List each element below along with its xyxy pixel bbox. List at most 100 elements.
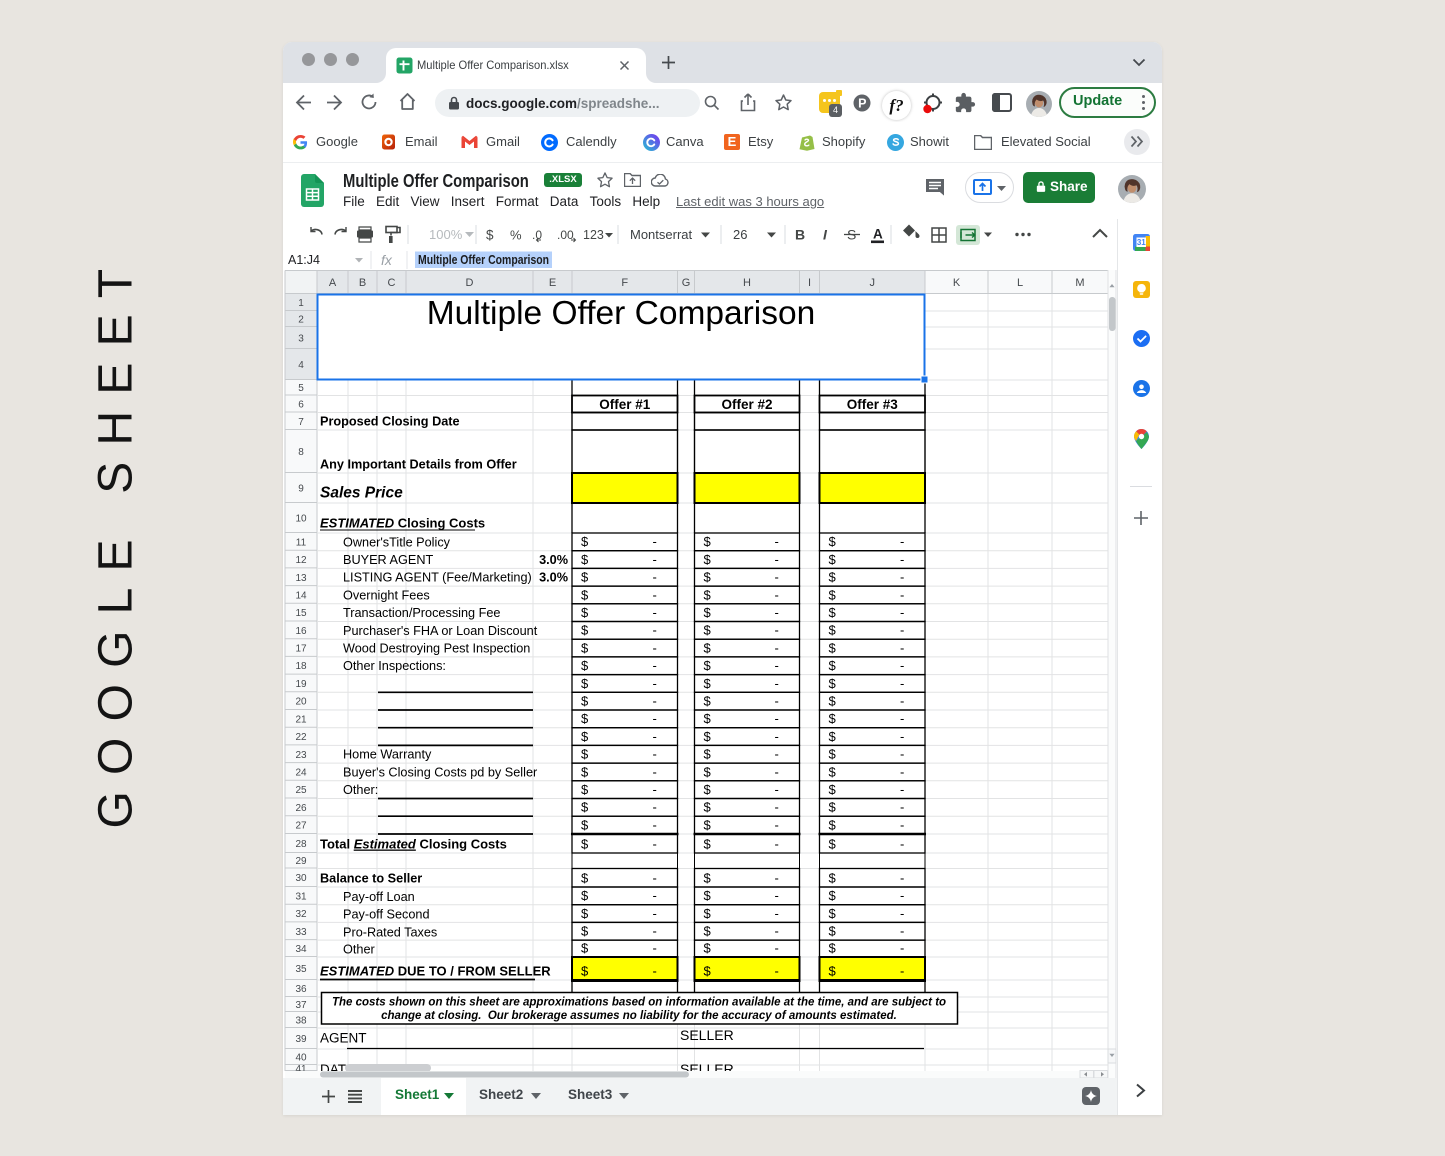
svg-text:-: -: [900, 623, 904, 638]
svg-text:$: $: [829, 676, 837, 691]
svg-text:-: -: [775, 924, 779, 939]
svg-text:-: -: [775, 729, 779, 744]
svg-text:35: 35: [295, 964, 307, 975]
svg-text:-: -: [775, 818, 779, 833]
svg-text:-: -: [775, 605, 779, 620]
svg-text:9: 9: [298, 484, 304, 495]
svg-text:$: $: [704, 552, 712, 567]
svg-text:J: J: [870, 277, 876, 289]
svg-text:$: $: [581, 694, 589, 709]
svg-text:$: $: [581, 570, 589, 585]
svg-text:17: 17: [295, 644, 307, 655]
svg-text:38: 38: [295, 1016, 307, 1027]
svg-text:$: $: [581, 818, 589, 833]
svg-text:$: $: [829, 818, 837, 833]
svg-text:M: M: [1075, 277, 1084, 289]
svg-text:$: $: [829, 924, 837, 939]
svg-text:-: -: [900, 640, 904, 655]
svg-text:$: $: [704, 623, 712, 638]
svg-text:25: 25: [295, 785, 307, 796]
svg-text:$: $: [704, 587, 712, 602]
svg-text:-: -: [900, 818, 904, 833]
svg-text:$: $: [829, 711, 837, 726]
svg-text:G: G: [682, 277, 691, 289]
svg-text:ESTIMATED DUE TO / FROM SELLER: ESTIMATED DUE TO / FROM SELLER: [320, 964, 551, 979]
svg-text:Other: Other: [343, 943, 376, 957]
svg-text:H: H: [743, 277, 751, 289]
svg-text:-: -: [653, 640, 657, 655]
svg-text:-: -: [775, 587, 779, 602]
svg-text:$: $: [581, 534, 589, 549]
svg-text:A: A: [873, 227, 883, 242]
svg-text:$: $: [829, 605, 837, 620]
svg-text:12: 12: [295, 555, 307, 566]
svg-text:-: -: [653, 764, 657, 779]
svg-text:-: -: [900, 711, 904, 726]
svg-text:Sales Price: Sales Price: [320, 485, 403, 502]
svg-text:24: 24: [295, 768, 307, 779]
svg-text:10: 10: [295, 514, 307, 525]
svg-text:Multiple Offer Comparison: Multiple Offer Comparison: [418, 253, 549, 267]
svg-text:$: $: [581, 640, 589, 655]
svg-text:$: $: [704, 871, 712, 886]
svg-text:-: -: [653, 534, 657, 549]
svg-text:$: $: [829, 800, 837, 815]
svg-text:$: $: [581, 800, 589, 815]
svg-text:123: 123: [583, 228, 604, 242]
svg-text:-: -: [775, 871, 779, 886]
svg-text:SELLER: SELLER: [680, 1027, 734, 1043]
svg-text:-: -: [653, 818, 657, 833]
svg-text:I: I: [808, 277, 811, 289]
svg-text:B: B: [359, 277, 366, 289]
svg-text:-: -: [775, 747, 779, 762]
svg-text:-: -: [900, 871, 904, 886]
svg-text:34: 34: [295, 944, 307, 955]
svg-text:-: -: [900, 747, 904, 762]
svg-text:A: A: [329, 277, 337, 289]
svg-text:-: -: [900, 570, 904, 585]
svg-text:$: $: [581, 871, 589, 886]
svg-text:I: I: [823, 227, 828, 243]
svg-text:27: 27: [295, 821, 307, 832]
svg-text:Offer #2: Offer #2: [721, 397, 772, 412]
svg-text:$: $: [704, 534, 712, 549]
svg-text:E: E: [549, 277, 556, 289]
svg-text:$: $: [581, 906, 589, 921]
svg-text:ESTIMATED Closing Costs: ESTIMATED Closing Costs: [320, 516, 485, 531]
svg-text:Buyer's Closing Costs pd by Se: Buyer's Closing Costs pd by Seller: [343, 765, 538, 779]
svg-text:C: C: [388, 277, 396, 289]
svg-text:-: -: [653, 711, 657, 726]
svg-text:$: $: [829, 640, 837, 655]
svg-text:$: $: [829, 941, 837, 956]
svg-text:$: $: [581, 924, 589, 939]
svg-text:-: -: [653, 800, 657, 815]
svg-text:-: -: [653, 623, 657, 638]
svg-text:$: $: [829, 623, 837, 638]
svg-text:-: -: [900, 534, 904, 549]
svg-text:$: $: [704, 782, 712, 797]
svg-text:7: 7: [298, 417, 304, 428]
svg-text:-: -: [900, 964, 904, 979]
svg-text:Pay-off Loan: Pay-off Loan: [343, 890, 415, 904]
svg-text:$: $: [829, 906, 837, 921]
svg-text:$: $: [704, 711, 712, 726]
svg-text:-: -: [653, 837, 657, 852]
svg-text:$: $: [581, 552, 589, 567]
svg-text:22: 22: [295, 732, 307, 743]
svg-text:Pay-off Second: Pay-off Second: [343, 908, 430, 922]
svg-text:$: $: [704, 605, 712, 620]
svg-text:-: -: [775, 694, 779, 709]
svg-text:2: 2: [298, 315, 304, 326]
svg-text:11: 11: [296, 537, 307, 548]
svg-text:Owner'sTitle Policy: Owner'sTitle Policy: [343, 535, 451, 549]
svg-text:-: -: [775, 658, 779, 673]
svg-text:4: 4: [298, 360, 304, 371]
svg-text:-: -: [653, 782, 657, 797]
svg-text:$: $: [581, 623, 589, 638]
svg-text:36: 36: [295, 984, 307, 995]
svg-text:$: $: [581, 747, 589, 762]
svg-text:3: 3: [298, 334, 304, 345]
svg-text:1: 1: [298, 298, 304, 309]
svg-text:$: $: [581, 658, 589, 673]
svg-text:Overnight Fees: Overnight Fees: [343, 588, 430, 602]
